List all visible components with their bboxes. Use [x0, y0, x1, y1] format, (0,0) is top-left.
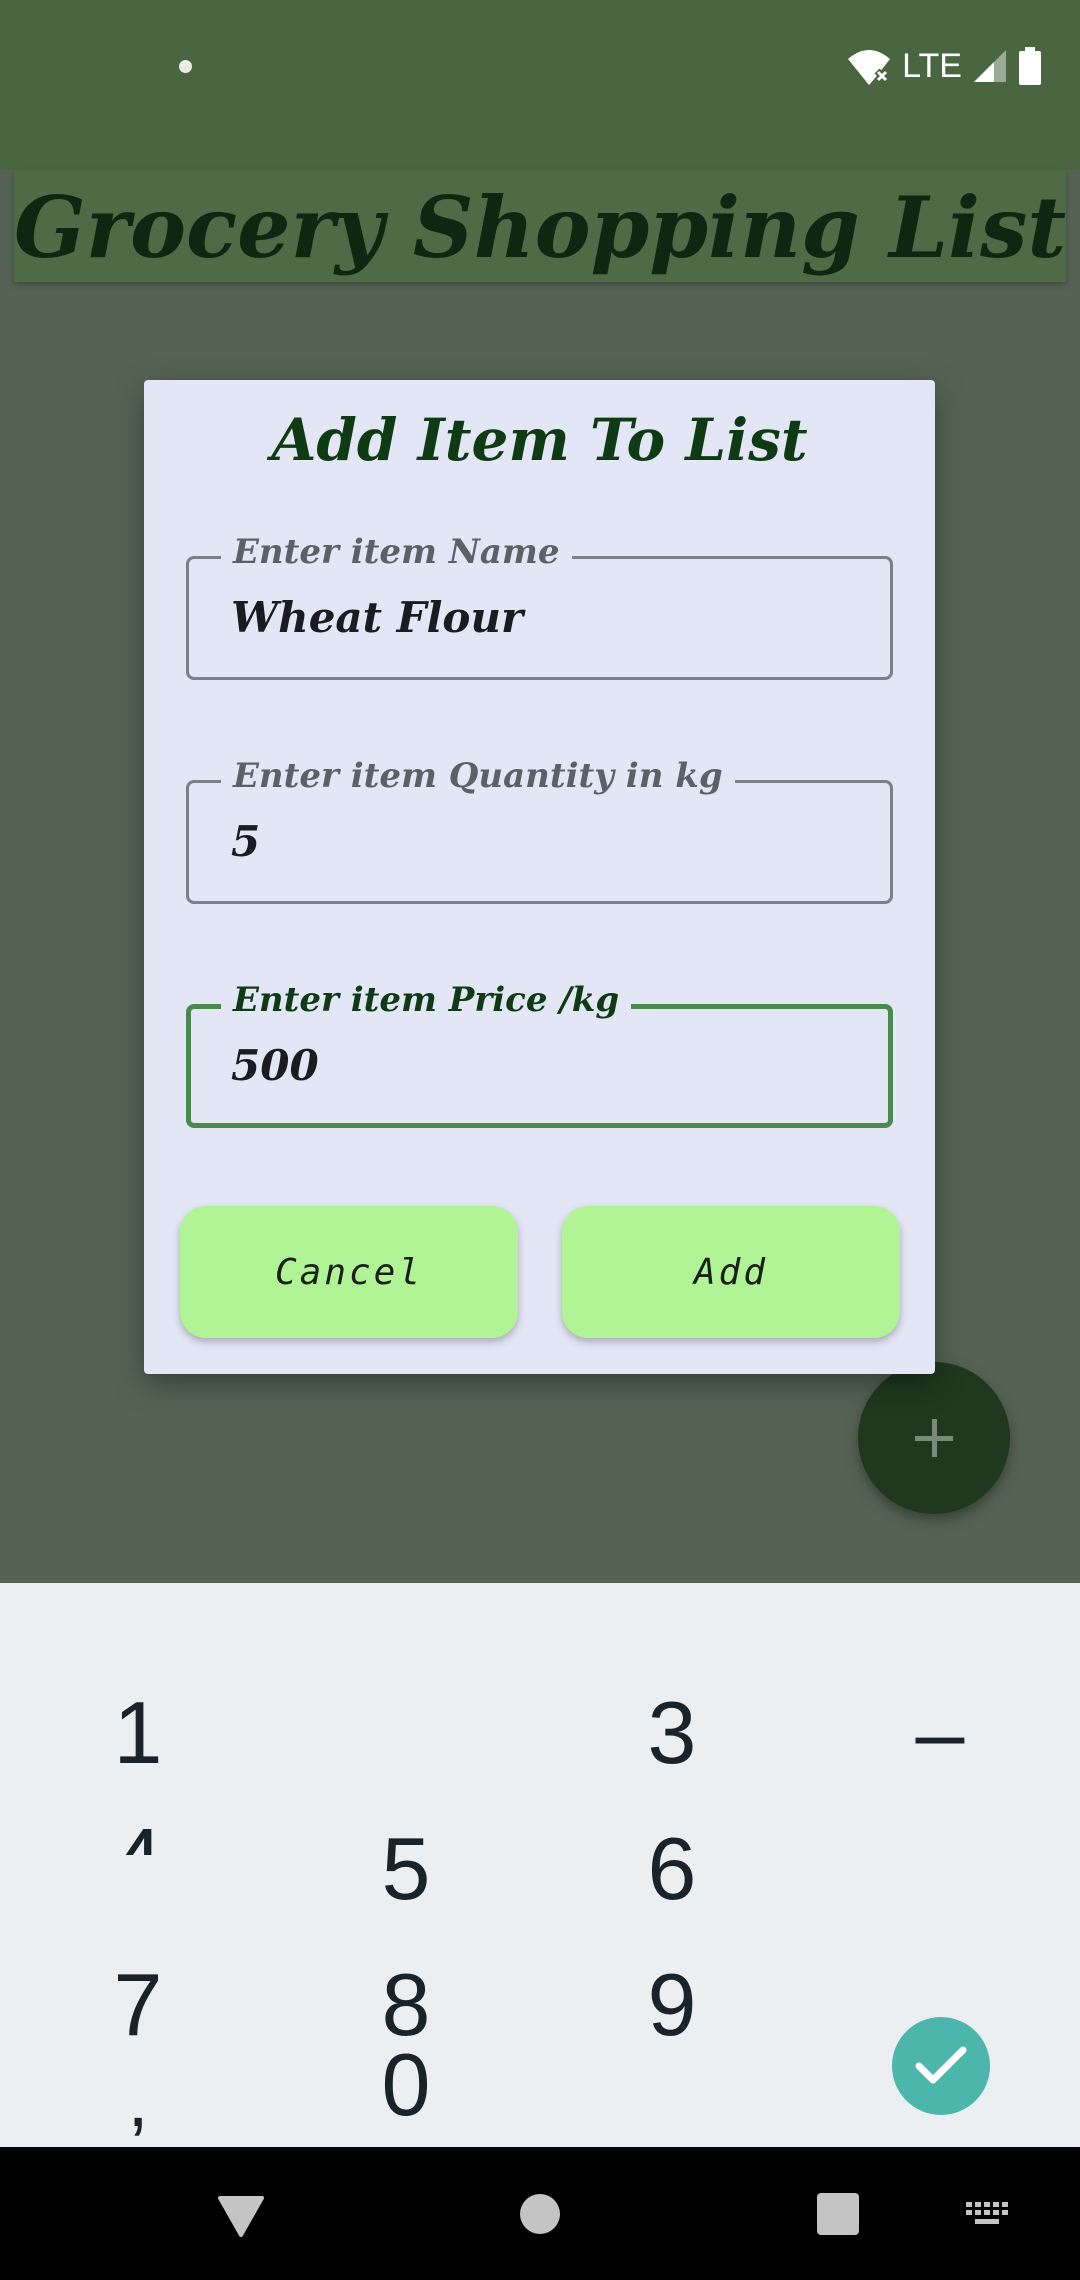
item-price-field[interactable]: Enter item Price /kg 500 — [186, 980, 893, 1128]
item-price-label: Enter item Price /kg — [221, 980, 632, 1020]
item-name-label: Enter item Name — [221, 532, 572, 572]
notification-dot-icon — [179, 60, 192, 73]
key-4-label: 4 — [114, 1809, 163, 1855]
key-minus[interactable]: – — [840, 1673, 1040, 1793]
item-quantity-field[interactable]: Enter item Quantity in kg 5 — [186, 756, 893, 904]
key-3[interactable]: 3 — [572, 1673, 772, 1793]
numeric-keyboard: 1 3 – 4 5 6 7 8 9 , 0 — [0, 1583, 1080, 2147]
recents-icon[interactable] — [817, 2193, 859, 2235]
check-icon — [915, 2046, 967, 2084]
add-item-fab[interactable] — [858, 1362, 1010, 1514]
key-9[interactable]: 9 — [572, 1945, 772, 2065]
status-icons: LTE — [846, 46, 1042, 86]
navigation-bar — [0, 2147, 1080, 2280]
item-quantity-label: Enter item Quantity in kg — [221, 756, 735, 796]
cancel-button[interactable]: Cancel — [180, 1206, 518, 1338]
key-7[interactable]: 7 — [38, 1945, 238, 2065]
home-icon[interactable] — [519, 2193, 561, 2235]
item-name-field[interactable]: Enter item Name Wheat Flour — [186, 532, 893, 680]
back-icon[interactable] — [218, 2195, 264, 2237]
dialog-title: Add Item To List — [271, 406, 808, 474]
network-type-label: LTE — [902, 46, 962, 85]
key-5[interactable]: 5 — [306, 1809, 506, 1929]
app-title-bar: Grocery Shopping List — [14, 170, 1066, 282]
done-key[interactable] — [892, 2017, 990, 2115]
wifi-off-icon — [848, 50, 891, 85]
add-item-dialog: Add Item To List Enter item Name Wheat F… — [144, 380, 935, 1374]
key-comma[interactable]: , — [38, 2053, 238, 2147]
add-button[interactable]: Add — [562, 1206, 900, 1338]
key-4[interactable]: 4 — [38, 1791, 238, 1855]
item-name-value[interactable]: Wheat Flour — [231, 593, 523, 642]
app-title: Grocery Shopping List — [14, 178, 1067, 277]
signal-icon — [974, 50, 1006, 82]
item-quantity-value[interactable]: 5 — [231, 817, 260, 866]
plus-icon-vertical — [932, 1419, 937, 1457]
battery-icon — [1019, 47, 1041, 85]
status-bar: LTE — [0, 0, 1080, 170]
keyboard-switch-icon[interactable] — [966, 2202, 1008, 2228]
key-0[interactable]: 0 — [306, 2023, 506, 2147]
key-1[interactable]: 1 — [38, 1673, 238, 1793]
item-price-value[interactable]: 500 — [231, 1041, 319, 1090]
key-6[interactable]: 6 — [572, 1809, 772, 1929]
